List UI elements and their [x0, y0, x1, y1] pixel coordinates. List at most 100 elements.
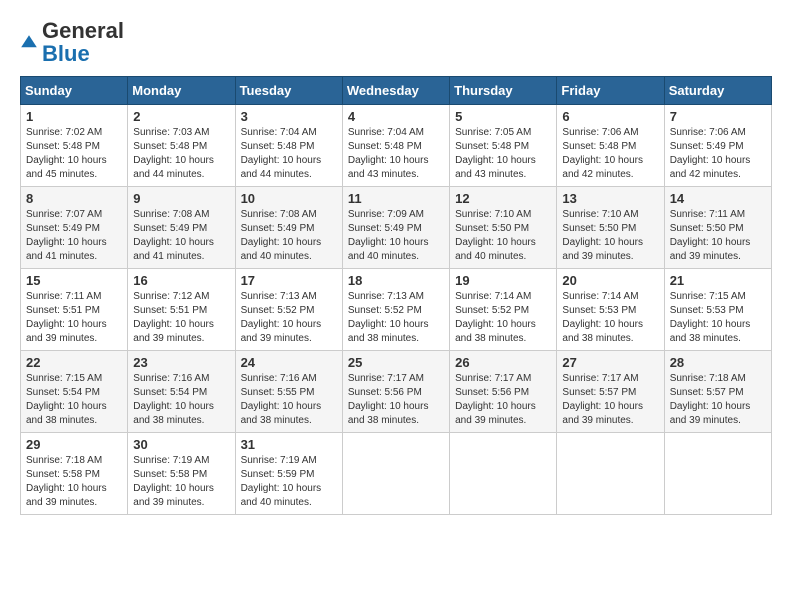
day-info: Sunrise: 7:10 AM Sunset: 5:50 PM Dayligh…	[562, 208, 658, 264]
weekday-header-wednesday: Wednesday	[342, 77, 449, 105]
weekday-header-monday: Monday	[128, 77, 235, 105]
day-info: Sunrise: 7:04 AM Sunset: 5:48 PM Dayligh…	[348, 126, 444, 182]
calendar-cell: 4 Sunrise: 7:04 AM Sunset: 5:48 PM Dayli…	[342, 105, 449, 187]
day-number: 25	[348, 355, 444, 370]
calendar-cell: 6 Sunrise: 7:06 AM Sunset: 5:48 PM Dayli…	[557, 105, 664, 187]
day-number: 14	[670, 191, 766, 206]
day-info: Sunrise: 7:15 AM Sunset: 5:54 PM Dayligh…	[26, 372, 122, 428]
day-info: Sunrise: 7:04 AM Sunset: 5:48 PM Dayligh…	[241, 126, 337, 182]
calendar-cell: 23 Sunrise: 7:16 AM Sunset: 5:54 PM Dayl…	[128, 351, 235, 433]
day-number: 10	[241, 191, 337, 206]
day-info: Sunrise: 7:10 AM Sunset: 5:50 PM Dayligh…	[455, 208, 551, 264]
calendar-cell: 20 Sunrise: 7:14 AM Sunset: 5:53 PM Dayl…	[557, 269, 664, 351]
calendar-cell: 14 Sunrise: 7:11 AM Sunset: 5:50 PM Dayl…	[664, 187, 771, 269]
day-number: 30	[133, 437, 229, 452]
day-number: 26	[455, 355, 551, 370]
calendar-cell: 15 Sunrise: 7:11 AM Sunset: 5:51 PM Dayl…	[21, 269, 128, 351]
calendar-cell: 21 Sunrise: 7:15 AM Sunset: 5:53 PM Dayl…	[664, 269, 771, 351]
calendar-cell: 17 Sunrise: 7:13 AM Sunset: 5:52 PM Dayl…	[235, 269, 342, 351]
day-number: 18	[348, 273, 444, 288]
day-number: 29	[26, 437, 122, 452]
day-info: Sunrise: 7:11 AM Sunset: 5:51 PM Dayligh…	[26, 290, 122, 346]
day-number: 17	[241, 273, 337, 288]
day-number: 2	[133, 109, 229, 124]
day-info: Sunrise: 7:18 AM Sunset: 5:57 PM Dayligh…	[670, 372, 766, 428]
day-info: Sunrise: 7:09 AM Sunset: 5:49 PM Dayligh…	[348, 208, 444, 264]
day-number: 24	[241, 355, 337, 370]
calendar-cell: 22 Sunrise: 7:15 AM Sunset: 5:54 PM Dayl…	[21, 351, 128, 433]
page-header: General Blue	[20, 20, 772, 66]
day-info: Sunrise: 7:06 AM Sunset: 5:49 PM Dayligh…	[670, 126, 766, 182]
logo-icon	[20, 34, 38, 52]
calendar-cell: 29 Sunrise: 7:18 AM Sunset: 5:58 PM Dayl…	[21, 433, 128, 515]
calendar-cell: 27 Sunrise: 7:17 AM Sunset: 5:57 PM Dayl…	[557, 351, 664, 433]
day-number: 16	[133, 273, 229, 288]
calendar-cell: 30 Sunrise: 7:19 AM Sunset: 5:58 PM Dayl…	[128, 433, 235, 515]
calendar-cell: 16 Sunrise: 7:12 AM Sunset: 5:51 PM Dayl…	[128, 269, 235, 351]
logo: General Blue	[20, 20, 124, 66]
day-info: Sunrise: 7:16 AM Sunset: 5:54 PM Dayligh…	[133, 372, 229, 428]
calendar-cell	[664, 433, 771, 515]
calendar-cell: 31 Sunrise: 7:19 AM Sunset: 5:59 PM Dayl…	[235, 433, 342, 515]
calendar-cell: 2 Sunrise: 7:03 AM Sunset: 5:48 PM Dayli…	[128, 105, 235, 187]
weekday-header-saturday: Saturday	[664, 77, 771, 105]
weekday-header-friday: Friday	[557, 77, 664, 105]
day-number: 28	[670, 355, 766, 370]
calendar-cell: 24 Sunrise: 7:16 AM Sunset: 5:55 PM Dayl…	[235, 351, 342, 433]
day-info: Sunrise: 7:18 AM Sunset: 5:58 PM Dayligh…	[26, 454, 122, 510]
day-info: Sunrise: 7:06 AM Sunset: 5:48 PM Dayligh…	[562, 126, 658, 182]
calendar-cell: 12 Sunrise: 7:10 AM Sunset: 5:50 PM Dayl…	[450, 187, 557, 269]
day-number: 22	[26, 355, 122, 370]
day-number: 6	[562, 109, 658, 124]
calendar-header-row: SundayMondayTuesdayWednesdayThursdayFrid…	[21, 77, 772, 105]
day-number: 9	[133, 191, 229, 206]
weekday-header-thursday: Thursday	[450, 77, 557, 105]
calendar-cell: 10 Sunrise: 7:08 AM Sunset: 5:49 PM Dayl…	[235, 187, 342, 269]
day-number: 7	[670, 109, 766, 124]
calendar-cell: 25 Sunrise: 7:17 AM Sunset: 5:56 PM Dayl…	[342, 351, 449, 433]
calendar-cell: 3 Sunrise: 7:04 AM Sunset: 5:48 PM Dayli…	[235, 105, 342, 187]
day-number: 20	[562, 273, 658, 288]
day-info: Sunrise: 7:02 AM Sunset: 5:48 PM Dayligh…	[26, 126, 122, 182]
day-number: 15	[26, 273, 122, 288]
calendar-cell: 5 Sunrise: 7:05 AM Sunset: 5:48 PM Dayli…	[450, 105, 557, 187]
day-number: 5	[455, 109, 551, 124]
day-number: 13	[562, 191, 658, 206]
day-number: 19	[455, 273, 551, 288]
day-info: Sunrise: 7:17 AM Sunset: 5:56 PM Dayligh…	[348, 372, 444, 428]
day-number: 27	[562, 355, 658, 370]
day-info: Sunrise: 7:17 AM Sunset: 5:57 PM Dayligh…	[562, 372, 658, 428]
calendar-cell	[557, 433, 664, 515]
calendar-week-row: 29 Sunrise: 7:18 AM Sunset: 5:58 PM Dayl…	[21, 433, 772, 515]
day-info: Sunrise: 7:12 AM Sunset: 5:51 PM Dayligh…	[133, 290, 229, 346]
weekday-header-tuesday: Tuesday	[235, 77, 342, 105]
day-number: 31	[241, 437, 337, 452]
calendar-cell	[342, 433, 449, 515]
calendar-cell: 19 Sunrise: 7:14 AM Sunset: 5:52 PM Dayl…	[450, 269, 557, 351]
logo-blue: Blue	[42, 41, 90, 66]
calendar-cell: 28 Sunrise: 7:18 AM Sunset: 5:57 PM Dayl…	[664, 351, 771, 433]
day-info: Sunrise: 7:19 AM Sunset: 5:58 PM Dayligh…	[133, 454, 229, 510]
day-info: Sunrise: 7:16 AM Sunset: 5:55 PM Dayligh…	[241, 372, 337, 428]
day-number: 1	[26, 109, 122, 124]
calendar-cell	[450, 433, 557, 515]
day-number: 3	[241, 109, 337, 124]
calendar-cell: 11 Sunrise: 7:09 AM Sunset: 5:49 PM Dayl…	[342, 187, 449, 269]
day-info: Sunrise: 7:14 AM Sunset: 5:53 PM Dayligh…	[562, 290, 658, 346]
calendar-table: SundayMondayTuesdayWednesdayThursdayFrid…	[20, 76, 772, 515]
calendar-cell: 26 Sunrise: 7:17 AM Sunset: 5:56 PM Dayl…	[450, 351, 557, 433]
day-number: 12	[455, 191, 551, 206]
calendar-cell: 1 Sunrise: 7:02 AM Sunset: 5:48 PM Dayli…	[21, 105, 128, 187]
day-number: 8	[26, 191, 122, 206]
day-info: Sunrise: 7:13 AM Sunset: 5:52 PM Dayligh…	[241, 290, 337, 346]
calendar-cell: 8 Sunrise: 7:07 AM Sunset: 5:49 PM Dayli…	[21, 187, 128, 269]
calendar-cell: 7 Sunrise: 7:06 AM Sunset: 5:49 PM Dayli…	[664, 105, 771, 187]
day-info: Sunrise: 7:03 AM Sunset: 5:48 PM Dayligh…	[133, 126, 229, 182]
calendar-week-row: 1 Sunrise: 7:02 AM Sunset: 5:48 PM Dayli…	[21, 105, 772, 187]
day-info: Sunrise: 7:05 AM Sunset: 5:48 PM Dayligh…	[455, 126, 551, 182]
day-number: 11	[348, 191, 444, 206]
calendar-cell: 9 Sunrise: 7:08 AM Sunset: 5:49 PM Dayli…	[128, 187, 235, 269]
calendar-cell: 18 Sunrise: 7:13 AM Sunset: 5:52 PM Dayl…	[342, 269, 449, 351]
calendar-cell: 13 Sunrise: 7:10 AM Sunset: 5:50 PM Dayl…	[557, 187, 664, 269]
day-info: Sunrise: 7:11 AM Sunset: 5:50 PM Dayligh…	[670, 208, 766, 264]
